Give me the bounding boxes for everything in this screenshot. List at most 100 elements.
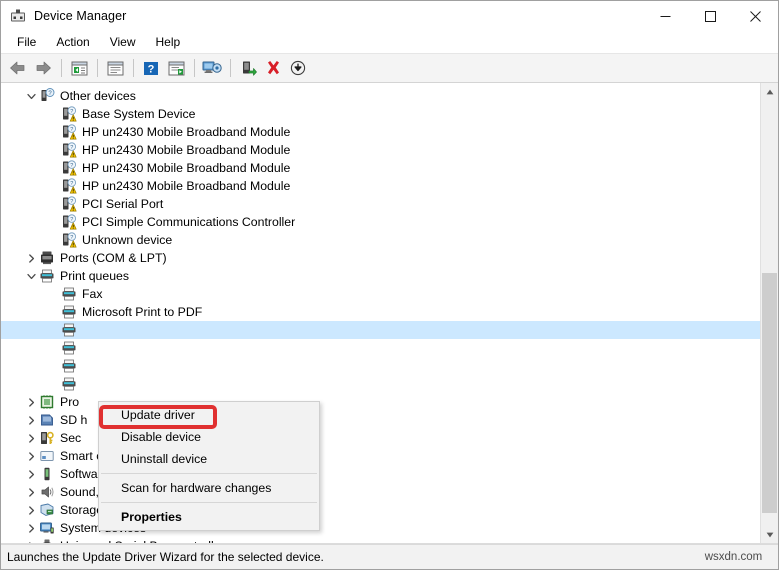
tree-row-label: Unknown device (82, 233, 173, 247)
toolbar: ? (1, 54, 778, 83)
menu-file[interactable]: File (7, 33, 46, 51)
printer-icon (61, 376, 77, 392)
context-menu-item[interactable]: Scan for hardware changes (99, 477, 319, 499)
tree-row[interactable]: ? HP un2430 Mobile Broadband Module (1, 123, 760, 141)
expander-collapsed-icon[interactable] (23, 394, 39, 410)
tree-row[interactable] (1, 321, 760, 339)
expander-collapsed-icon[interactable] (23, 250, 39, 266)
svg-text:?: ? (70, 217, 73, 223)
tree-row[interactable] (1, 375, 760, 393)
tree-row-label: PCI Serial Port (82, 197, 164, 211)
vertical-scrollbar[interactable] (760, 83, 778, 543)
context-menu[interactable]: Update driver Disable device Uninstall dev… (98, 401, 320, 531)
expander-collapsed-icon[interactable] (23, 484, 39, 500)
content-area: ? Other devices? Base System Device? HP un2… (1, 83, 778, 544)
tree-row-label: HP un2430 Mobile Broadband Module (82, 125, 291, 139)
context-menu-item[interactable]: Disable device (99, 426, 319, 448)
tree-row[interactable]: ? PCI Simple Communications Controller (1, 213, 760, 231)
scroll-up-button[interactable] (761, 83, 778, 100)
security-device-icon (39, 430, 55, 446)
scroll-down-button[interactable] (761, 526, 778, 543)
tree-row[interactable]: Fax (1, 285, 760, 303)
enable-device-icon[interactable] (236, 56, 260, 80)
menu-help[interactable]: Help (146, 33, 191, 51)
tree-row[interactable]: ? Base System Device (1, 105, 760, 123)
tree-row[interactable]: ? Other devices (1, 87, 760, 105)
menu-action[interactable]: Action (46, 33, 99, 51)
expander-collapsed-icon[interactable] (23, 466, 39, 482)
help-icon[interactable]: ? (139, 56, 163, 80)
tree-row[interactable]: Print queues (1, 267, 760, 285)
printer-icon (61, 358, 77, 374)
usb-icon (39, 538, 55, 543)
expander-collapsed-icon[interactable] (23, 538, 39, 543)
expander-collapsed-icon[interactable] (23, 412, 39, 428)
scan-for-hardware-changes-icon[interactable] (200, 56, 224, 80)
expander-collapsed-icon[interactable] (23, 448, 39, 464)
port-icon (39, 250, 55, 266)
smartcard-icon (39, 448, 55, 464)
tree-row-label: Base System Device (82, 107, 196, 121)
properties-icon[interactable] (103, 56, 127, 80)
device-manager-icon (10, 8, 26, 24)
tree-row[interactable]: Universal Serial Bus controllers (1, 537, 760, 543)
warning-device-icon: ? (61, 214, 77, 230)
printer-icon (39, 268, 55, 284)
tree-row[interactable]: Microsoft Print to PDF (1, 303, 760, 321)
warning-device-icon: ? (61, 124, 77, 140)
expander-collapsed-icon[interactable] (23, 430, 39, 446)
watermark: wsxdn.com (689, 545, 778, 569)
context-menu-separator (101, 473, 317, 474)
svg-text:?: ? (70, 127, 73, 133)
maximize-button[interactable] (688, 1, 733, 31)
svg-text:?: ? (148, 63, 155, 75)
expander-expanded-icon[interactable] (23, 268, 39, 284)
context-menu-item[interactable]: Uninstall device (99, 448, 319, 470)
uninstall-device-icon[interactable] (261, 56, 285, 80)
svg-text:?: ? (70, 181, 73, 187)
scrollbar-thumb[interactable] (762, 273, 777, 513)
expander-collapsed-icon[interactable] (23, 502, 39, 518)
warning-device-icon: ? (61, 160, 77, 176)
close-button[interactable] (733, 1, 778, 31)
context-menu-item[interactable]: Update driver (99, 404, 319, 426)
show-hide-console-tree-icon[interactable] (67, 56, 91, 80)
tree-row-label: HP un2430 Mobile Broadband Module (82, 143, 291, 157)
disable-device-icon[interactable] (286, 56, 310, 80)
printer-icon (61, 340, 77, 356)
context-menu-item[interactable]: Properties (99, 506, 319, 528)
menu-view[interactable]: View (100, 33, 146, 51)
printer-icon (61, 322, 77, 338)
tree-row-label: Pro (60, 395, 80, 409)
back-icon[interactable] (6, 56, 30, 80)
tree-row[interactable]: Ports (COM & LPT) (1, 249, 760, 267)
expander-collapsed-icon[interactable] (23, 520, 39, 536)
tree-row[interactable]: ? PCI Serial Port (1, 195, 760, 213)
tree-row[interactable]: ? HP un2430 Mobile Broadband Module (1, 159, 760, 177)
tree-row[interactable] (1, 357, 760, 375)
svg-text:?: ? (70, 163, 73, 169)
minimize-button[interactable] (643, 1, 688, 31)
tree-row-label: Print queues (60, 269, 130, 283)
forward-icon[interactable] (31, 56, 55, 80)
tree-row[interactable]: ? HP un2430 Mobile Broadband Module (1, 141, 760, 159)
toolbar-separator (97, 59, 98, 77)
tree-row[interactable]: ? Unknown device (1, 231, 760, 249)
processor-icon (39, 394, 55, 410)
tree-row-label: HP un2430 Mobile Broadband Module (82, 179, 291, 193)
tree-row[interactable]: ? HP un2430 Mobile Broadband Module (1, 177, 760, 195)
update-driver-icon[interactable] (164, 56, 188, 80)
expander-expanded-icon[interactable] (23, 88, 39, 104)
tree-row[interactable] (1, 339, 760, 357)
storage-icon (39, 502, 55, 518)
unknown-device-icon: ? (39, 88, 55, 104)
window-title: Device Manager (34, 9, 127, 23)
device-manager-window: Device Manager File Action View Help ? ?… (0, 0, 779, 570)
printer-icon (61, 286, 77, 302)
